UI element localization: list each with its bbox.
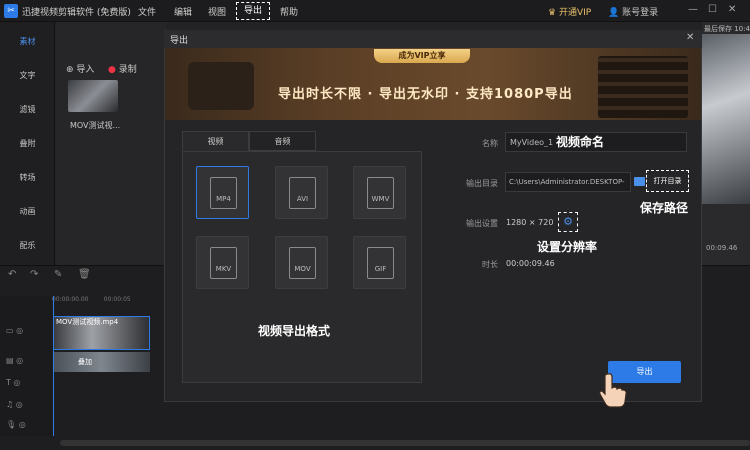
media-thumbnail-label: MOV测试视... [70, 121, 121, 130]
nav-transition[interactable]: 转场 [0, 172, 55, 183]
overlay-clip[interactable] [53, 352, 150, 372]
video-clip-label: MOV测试视频.mp4 [56, 318, 119, 326]
name-caption: 视频命名 [556, 135, 605, 149]
nav-overlay[interactable]: 叠附 [0, 138, 55, 149]
format-label: MKV [215, 265, 232, 273]
edit-icon[interactable]: ✎ [54, 269, 62, 280]
vip-badge: 成为VIP立享 [374, 49, 470, 63]
resolution-value: 1280 × 720 [506, 218, 554, 227]
video-track-icon: ▭ ◎ [6, 326, 24, 335]
ruler-tick: 00:00:00.00 [52, 296, 89, 303]
menu-export[interactable]: 导出 [236, 2, 270, 20]
timeline-ruler: 00:00:00.00 00:00:05 [52, 296, 172, 310]
delete-icon[interactable]: 🗑 [78, 269, 91, 280]
crown-icon: ♛ [548, 8, 559, 18]
nav-text[interactable]: 文字 [0, 70, 55, 81]
dialog-title: 导出 [170, 36, 189, 46]
import-label: 导入 [76, 65, 95, 75]
nav-animation[interactable]: 动画 [0, 206, 55, 217]
output-dir-input[interactable]: C:\Users\Administrator.DESKTOP- [505, 172, 631, 192]
format-tabs: 视频 音频 [182, 131, 317, 151]
output-dir-label: 输出目录 [466, 179, 498, 188]
format-label: GIF [374, 265, 387, 273]
file-icon [367, 247, 394, 279]
tab-audio[interactable]: 音频 [249, 131, 316, 151]
format-label: WMV [371, 195, 390, 203]
file-icon [289, 177, 316, 209]
name-label: 名称 [482, 139, 498, 148]
minimize-icon[interactable]: — [688, 4, 698, 15]
nav-materials[interactable]: 素材 [0, 36, 55, 47]
timeline-scrollbar[interactable] [60, 440, 750, 446]
login-button[interactable]: 👤 账号登录 [608, 5, 658, 18]
import-button[interactable]: ⊕ 导入 [66, 62, 94, 75]
maximize-icon[interactable]: ☐ [708, 4, 717, 15]
tab-video[interactable]: 视频 [182, 131, 249, 151]
format-mkv[interactable]: MKV [196, 236, 249, 289]
media-panel [56, 22, 166, 265]
format-mov[interactable]: MOV [275, 236, 328, 289]
dialog-close-icon[interactable]: ✕ [686, 32, 694, 43]
close-window-icon[interactable]: ✕ [728, 4, 736, 15]
film-reel-icon [598, 56, 688, 118]
record-label: 录制 [118, 65, 137, 75]
resolution-caption: 设置分辨率 [537, 240, 598, 254]
ruler-tick: 00:00:05 [103, 296, 131, 303]
preview-time: 00:09.46 [706, 244, 738, 252]
file-icon [210, 247, 237, 279]
nav-filter[interactable]: 滤镜 [0, 104, 55, 115]
media-thumbnail[interactable] [68, 80, 118, 112]
format-wmv[interactable]: WMV [353, 166, 406, 219]
pointer-hand-icon [599, 373, 627, 408]
record-icon: ● [108, 65, 119, 75]
format-gif[interactable]: GIF [353, 236, 406, 289]
folder-icon[interactable] [634, 177, 645, 186]
music-track-icon: ♫ ◎ [6, 400, 23, 409]
overlay-clip-label: 叠加 [78, 358, 92, 366]
playhead[interactable] [53, 296, 54, 436]
menu-view[interactable]: 视图 [208, 5, 226, 18]
dialog-header [164, 30, 702, 48]
format-label: MOV [294, 265, 311, 273]
format-label: MP4 [216, 195, 231, 203]
redo-icon[interactable]: ↷ [30, 269, 38, 280]
path-caption: 保存路径 [640, 201, 689, 215]
track-headers: ▭ ◎ ▤ ◎ T ◎ ♫ ◎ 🎙 ◎ [0, 296, 52, 436]
app-logo-icon: ✂ [4, 4, 18, 18]
mic-track-icon: 🎙 ◎ [6, 420, 26, 429]
format-avi[interactable]: AVI [275, 166, 328, 219]
file-icon [367, 177, 394, 209]
autosave-status: 最后保存 10:41 [704, 25, 750, 33]
login-label: 账号登录 [622, 8, 659, 18]
duration-label: 时长 [482, 260, 498, 269]
format-panel: MP4 AVI WMV MKV MOV GIF [182, 151, 422, 383]
banner-text: 导出时长不限 · 导出无水印 · 支持1080P导出 [278, 87, 573, 102]
vip-label: 开通VIP [558, 8, 592, 18]
left-nav: 素材 文字 滤镜 叠附 转场 动画 配乐 [0, 22, 55, 265]
file-icon [289, 247, 316, 279]
camera-icon [188, 62, 254, 110]
open-directory-button[interactable]: 打开目录 [646, 170, 689, 192]
import-icon: ⊕ [66, 65, 77, 75]
menu-file[interactable]: 文件 [138, 5, 156, 18]
vip-button[interactable]: ♛ 开通VIP [548, 5, 591, 18]
text-track-icon: T ◎ [6, 378, 21, 387]
user-icon: 👤 [608, 8, 623, 18]
film-track-icon: ▤ ◎ [6, 356, 24, 365]
record-button[interactable]: ● 录制 [108, 62, 137, 75]
app-title: 迅捷视频剪辑软件 (免费版) [22, 8, 131, 18]
file-icon [210, 177, 237, 209]
preview-image [702, 34, 750, 204]
undo-icon[interactable]: ↶ [8, 269, 16, 280]
menu-edit[interactable]: 编辑 [174, 5, 192, 18]
format-mp4[interactable]: MP4 [196, 166, 249, 219]
format-label: AVI [296, 195, 309, 203]
duration-value: 00:00:09.46 [506, 259, 555, 268]
format-caption: 视频导出格式 [258, 324, 331, 338]
output-settings-label: 输出设置 [466, 219, 498, 228]
nav-music[interactable]: 配乐 [0, 240, 55, 251]
menu-help[interactable]: 帮助 [280, 5, 298, 18]
resolution-settings-gear-icon[interactable]: ⚙ [558, 212, 578, 232]
